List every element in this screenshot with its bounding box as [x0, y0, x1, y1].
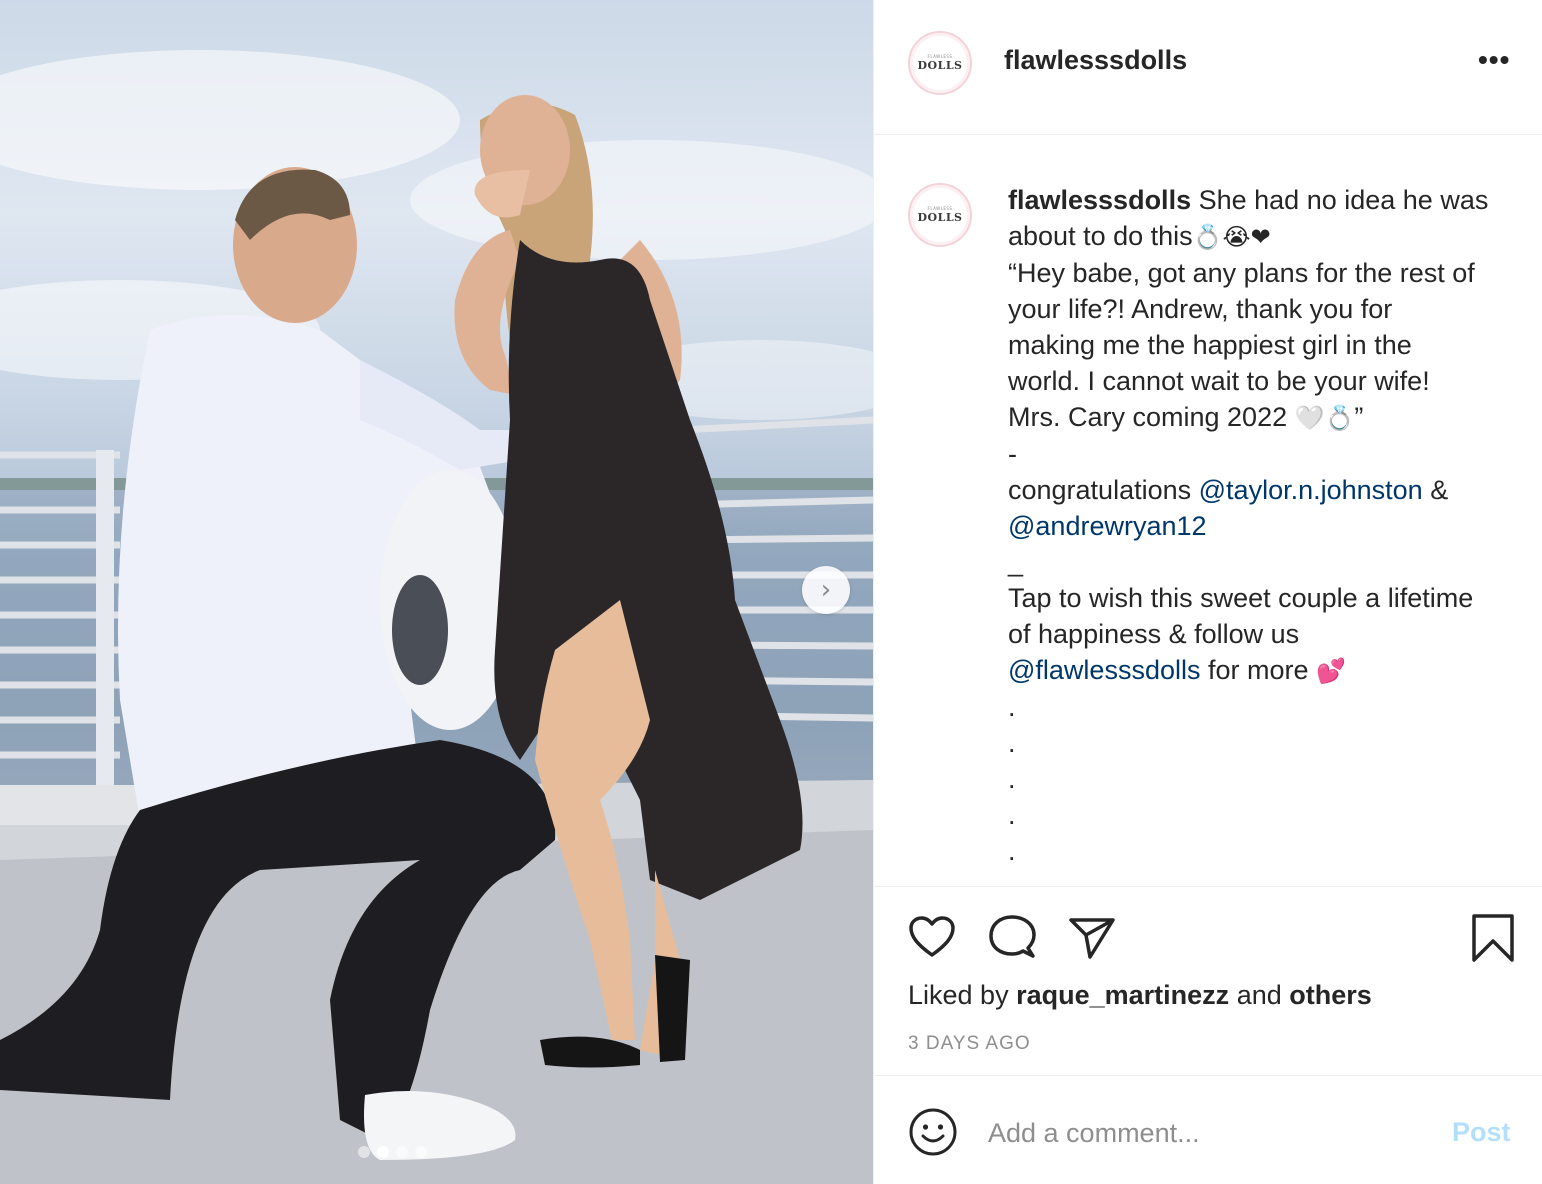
- likes-summary: Liked by raque_martinezz and others: [908, 980, 1372, 1011]
- mention-link[interactable]: @taylor.n.johnston: [1199, 475, 1423, 505]
- caption-text-segment: ”: [1354, 402, 1364, 432]
- caption-line: your life?! Andrew, thank you for: [1008, 294, 1393, 324]
- carousel-dot-active: [377, 1146, 389, 1158]
- mention-link[interactable]: @flawlesssdolls: [1008, 655, 1200, 685]
- liked-by-username[interactable]: raque_martinezz: [1016, 980, 1229, 1010]
- liked-by-others[interactable]: others: [1289, 980, 1372, 1010]
- post-photo[interactable]: ›: [0, 0, 873, 1184]
- caption-line: congratulations @taylor.n.johnston &: [1008, 472, 1523, 508]
- post-comment-button[interactable]: Post: [1452, 1117, 1511, 1148]
- caption-text-segment: congratulations: [1008, 475, 1192, 505]
- caption-line: about to do this💍😭❤: [1008, 218, 1523, 255]
- caption-text-segment: Mrs. Cary coming 2022: [1008, 402, 1288, 432]
- caption-username[interactable]: flawlesssdolls: [1008, 185, 1191, 215]
- two-hearts-icon: 💕: [1316, 657, 1346, 685]
- share-paper-plane-icon[interactable]: [1068, 916, 1116, 965]
- liked-by-and: and: [1236, 980, 1282, 1010]
- carousel-indicator: [358, 1146, 427, 1158]
- post-actions: Liked by raque_martinezz and others 3 DA…: [874, 888, 1542, 1076]
- ring-cry-heart-icon: 💍😭❤: [1192, 223, 1271, 251]
- caption-text-segment: &: [1430, 475, 1449, 505]
- next-slide-button[interactable]: ›: [802, 566, 850, 614]
- more-options-icon[interactable]: •••: [1478, 44, 1510, 76]
- caption-dot: .: [1008, 836, 1016, 866]
- post-timestamp[interactable]: 3 DAYS AGO: [908, 1033, 1031, 1055]
- caption-dot: .: [1008, 728, 1016, 758]
- carousel-dot: [358, 1146, 370, 1158]
- caption-text: flawlesssdolls She had no idea he was ab…: [1008, 182, 1523, 869]
- liked-by-label: Liked by: [908, 980, 1009, 1010]
- caption-section: FLAWLESS DOLLS flawlesssdolls She had no…: [874, 136, 1542, 887]
- avatar-main-text: DOLLS: [917, 59, 963, 72]
- heart-ring-icon: 🤍💍: [1294, 404, 1355, 432]
- like-heart-icon[interactable]: [908, 915, 956, 964]
- caption-line: “Hey babe, got any plans for the rest of: [1008, 258, 1475, 288]
- caption-text-segment: for more: [1207, 655, 1309, 685]
- caption-text-segment: She had no idea he was: [1198, 185, 1489, 215]
- caption-line: Tap to wish this sweet couple a lifetime: [1008, 583, 1474, 613]
- caption-line: flawlesssdolls She had no idea he was: [1008, 182, 1523, 218]
- emoji-smiley-icon[interactable]: [908, 1107, 958, 1162]
- caption-line: Mrs. Cary coming 2022 🤍💍”: [1008, 399, 1523, 436]
- caption-line: @flawlesssdolls for more 💕: [1008, 652, 1523, 689]
- caption-line: making me the happiest girl in the: [1008, 330, 1412, 360]
- caption-line: @andrewryan12: [1008, 508, 1523, 544]
- caption-line: -: [1008, 439, 1017, 469]
- post-header: FLAWLESS DOLLS flawlesssdolls •••: [874, 0, 1542, 135]
- header-username[interactable]: flawlesssdolls: [1004, 45, 1187, 76]
- caption-dot: .: [1008, 800, 1016, 830]
- comment-input[interactable]: [988, 1115, 1428, 1151]
- caption-line: of happiness & follow us: [1008, 619, 1300, 649]
- caption-dot: .: [1008, 764, 1016, 794]
- avatar-main-text: DOLLS: [917, 211, 963, 224]
- comment-bubble-icon[interactable]: [988, 914, 1036, 965]
- caption-text-segment: about to do this: [1008, 221, 1193, 251]
- carousel-dot: [415, 1146, 427, 1158]
- mention-link[interactable]: @andrewryan12: [1008, 511, 1207, 541]
- chevron-right-icon: ›: [820, 575, 832, 605]
- caption-line: world. I cannot wait to be your wife!: [1008, 366, 1430, 396]
- bookmark-icon[interactable]: [1471, 913, 1515, 968]
- caption-avatar[interactable]: FLAWLESS DOLLS: [908, 183, 972, 247]
- post-side-panel: FLAWLESS DOLLS flawlesssdolls ••• FLAWLE…: [873, 0, 1542, 1184]
- comment-bar: Post: [874, 1077, 1542, 1184]
- photo-illustration: [0, 50, 873, 1184]
- avatar[interactable]: FLAWLESS DOLLS: [908, 31, 972, 95]
- caption-line: _: [1008, 547, 1024, 577]
- caption-dot: .: [1008, 692, 1016, 722]
- carousel-dot: [396, 1146, 408, 1158]
